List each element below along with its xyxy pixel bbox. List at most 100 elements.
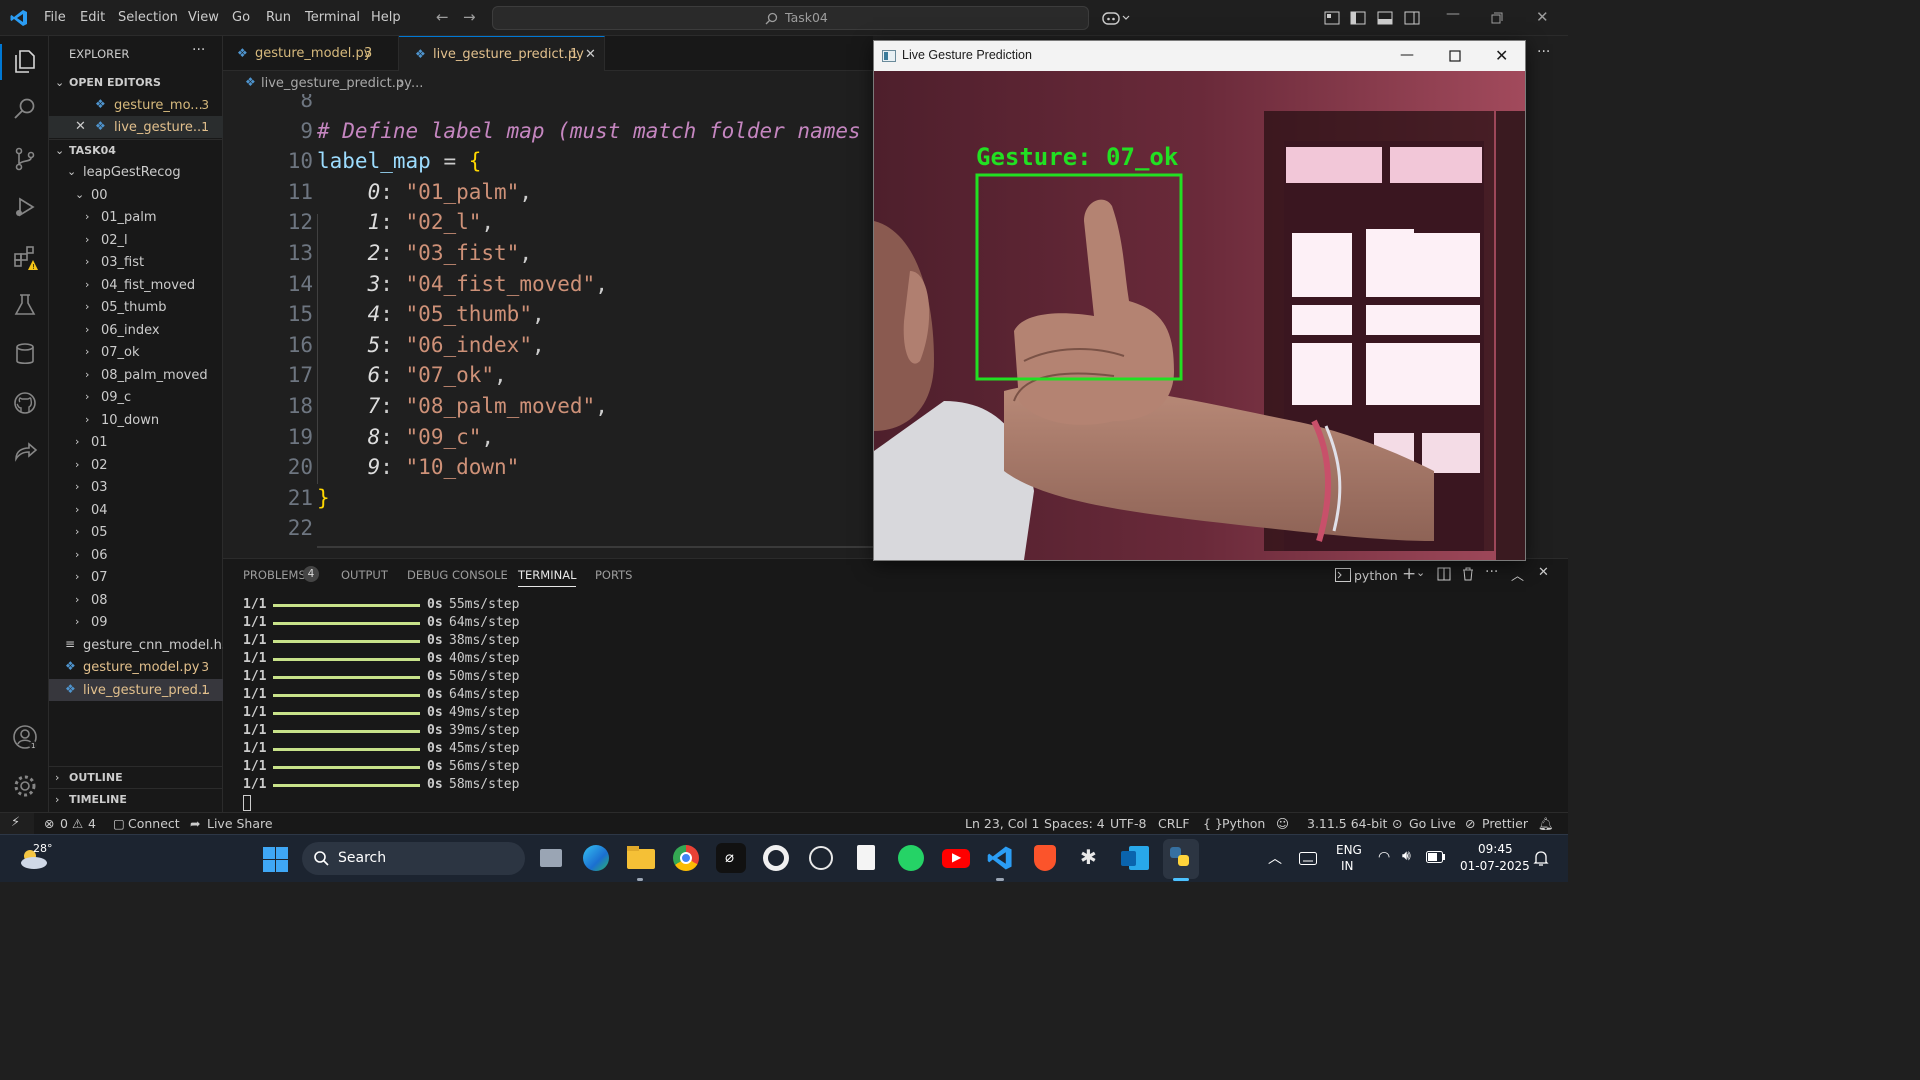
python-interpreter[interactable]: 3.11.5 64-bit — [1307, 816, 1387, 831]
prettier-status[interactable]: Prettier — [1482, 816, 1528, 831]
menu-run[interactable]: Run — [266, 10, 291, 25]
chrome-icon[interactable] — [671, 843, 701, 873]
command-center-search[interactable]: Task04 — [492, 6, 1089, 30]
tree-folder[interactable]: › 07_ok — [49, 341, 223, 363]
tree-folder[interactable]: › 05_thumb — [49, 296, 223, 318]
source-control-icon[interactable] — [12, 146, 38, 172]
close-panel-icon[interactable]: ✕ — [1538, 565, 1549, 580]
tree-folder[interactable]: › 10_down — [49, 409, 223, 431]
window-title-bar[interactable]: Live Gesture Prediction — ✕ — [874, 41, 1525, 71]
indentation[interactable]: Spaces: 4 — [1044, 816, 1105, 831]
youtube-icon[interactable]: ▶ — [941, 843, 971, 873]
accounts-icon[interactable]: 1 — [12, 724, 38, 750]
open-editors-section[interactable]: ⌄ OPEN EDITORS — [49, 72, 223, 94]
customize-layout-icon[interactable] — [1324, 10, 1340, 26]
horizontal-scrollbar[interactable] — [317, 546, 873, 548]
notification-bell-icon[interactable] — [1533, 850, 1549, 867]
split-terminal-icon[interactable] — [1437, 567, 1451, 581]
connect-status[interactable]: Connect — [128, 816, 180, 831]
menu-selection[interactable]: Selection — [118, 10, 178, 25]
workspace-section[interactable]: ⌄ TASK04 — [49, 139, 223, 161]
tree-folder[interactable]: › 03 — [49, 476, 223, 498]
taskbar-search[interactable]: Search — [302, 842, 525, 875]
testing-icon[interactable] — [12, 292, 38, 318]
clock-date[interactable]: 01-07-2025 — [1460, 859, 1530, 873]
menu-help[interactable]: Help — [371, 10, 401, 25]
vscode-taskbar-icon[interactable] — [985, 843, 1015, 873]
tree-folder[interactable]: › 05 — [49, 521, 223, 543]
tree-file[interactable]: ❖ gesture_model.py 3 — [49, 656, 223, 678]
cursor-position[interactable]: Ln 23, Col 1 — [965, 816, 1040, 831]
edge-browser-icon[interactable] — [581, 843, 611, 873]
live-gesture-window[interactable]: Live Gesture Prediction — ✕ Gesture: 07_… — [873, 40, 1526, 561]
copilot-icon[interactable] — [1102, 10, 1132, 26]
run-debug-icon[interactable] — [12, 194, 38, 220]
tree-folder[interactable]: ⌄ leapGestRecog — [49, 161, 223, 183]
battery-icon[interactable] — [1426, 851, 1446, 863]
back-arrow-icon[interactable]: ← — [436, 8, 449, 26]
brave-browser-icon[interactable] — [1030, 843, 1060, 873]
notepad-icon[interactable] — [851, 843, 881, 873]
minimize-icon[interactable]: — — [1400, 47, 1414, 63]
live-share-status[interactable]: Live Share — [207, 816, 273, 831]
tree-folder[interactable]: › 06 — [49, 544, 223, 566]
language-mode[interactable]: Python — [1222, 816, 1265, 831]
forward-arrow-icon[interactable]: → — [463, 8, 476, 26]
tree-folder[interactable]: › 06_index — [49, 319, 223, 341]
more-actions-icon[interactable]: ··· — [192, 42, 205, 58]
warnings-count[interactable]: 4 — [88, 816, 96, 831]
close-icon[interactable]: ✕ — [1536, 8, 1549, 26]
github-icon[interactable] — [12, 390, 38, 416]
whatsapp-icon[interactable] — [896, 843, 926, 873]
go-live-button[interactable]: Go Live — [1409, 816, 1456, 831]
menu-file[interactable]: File — [44, 10, 66, 25]
trash-icon[interactable] — [1461, 567, 1475, 581]
tree-folder[interactable]: › 01_palm — [49, 206, 223, 228]
tab-gesture-model[interactable]: ❖ gesture_model.py 3 — [223, 36, 399, 71]
notifications-bell-icon[interactable]: 🔔︎ — [1538, 816, 1554, 832]
menu-terminal[interactable]: Terminal — [305, 10, 360, 25]
tab-live-gesture-predict[interactable]: ❖ live_gesture_predict.py 1 ✕ — [399, 36, 605, 71]
tree-folder[interactable]: › 03_fist — [49, 251, 223, 273]
perplexity-icon[interactable]: ✱ — [1075, 843, 1105, 873]
line-ending[interactable]: CRLF — [1158, 816, 1190, 831]
chatgpt-icon[interactable] — [806, 843, 836, 873]
input-language[interactable]: ENG — [1336, 843, 1362, 857]
input-region[interactable]: IN — [1341, 859, 1354, 873]
live-share-icon[interactable] — [12, 439, 38, 465]
outlook-icon[interactable] — [1120, 843, 1150, 873]
wifi-icon[interactable]: ◠ — [1378, 849, 1390, 865]
tree-folder[interactable]: › 02_l — [49, 229, 223, 251]
errors-count[interactable]: 0 — [60, 816, 68, 831]
open-editor-item[interactable]: ✕ ❖ live_gesture... 1 — [49, 116, 223, 138]
breadcrumb-symbol[interactable]: ... — [411, 76, 423, 91]
tab-terminal[interactable]: TERMINAL — [518, 568, 577, 587]
menu-edit[interactable]: Edit — [80, 10, 105, 25]
chevron-down-icon[interactable]: ⌄ — [1416, 566, 1425, 579]
toggle-panel-icon[interactable] — [1377, 10, 1393, 26]
task-view-icon[interactable] — [537, 843, 567, 873]
tree-folder[interactable]: › 01 — [49, 431, 223, 453]
keyboard-icon[interactable] — [1299, 852, 1317, 865]
explorer-icon[interactable] — [12, 48, 38, 74]
terminal-shell-name[interactable]: python — [1354, 568, 1398, 583]
toggle-primary-sidebar-icon[interactable] — [1350, 10, 1366, 26]
open-editor-item[interactable]: ❖ gesture_mo... 3 — [49, 94, 223, 116]
tree-folder[interactable]: › 04_fist_moved — [49, 274, 223, 296]
menu-go[interactable]: Go — [232, 10, 250, 25]
more-actions-icon[interactable]: ··· — [1537, 44, 1550, 60]
timeline-section[interactable]: › TIMELINE — [49, 788, 223, 810]
windows-start-icon[interactable] — [263, 847, 288, 872]
tree-file[interactable]: ≡ gesture_cnn_model.h5 — [49, 634, 223, 656]
maximize-icon[interactable] — [1449, 50, 1461, 62]
file-encoding[interactable]: UTF-8 — [1110, 816, 1146, 831]
outline-section[interactable]: › OUTLINE — [49, 766, 223, 788]
volume-icon[interactable]: 🔊︎ — [1402, 848, 1411, 864]
tree-folder[interactable]: ⌄ 00 — [49, 184, 223, 206]
maximize-panel-icon[interactable]: ︿ — [1511, 565, 1524, 584]
tree-folder[interactable]: › 08 — [49, 589, 223, 611]
menu-view[interactable]: View — [188, 10, 219, 25]
close-tab-icon[interactable]: ✕ — [585, 47, 596, 62]
tree-folder[interactable]: › 02 — [49, 454, 223, 476]
restore-icon[interactable] — [1491, 12, 1503, 24]
